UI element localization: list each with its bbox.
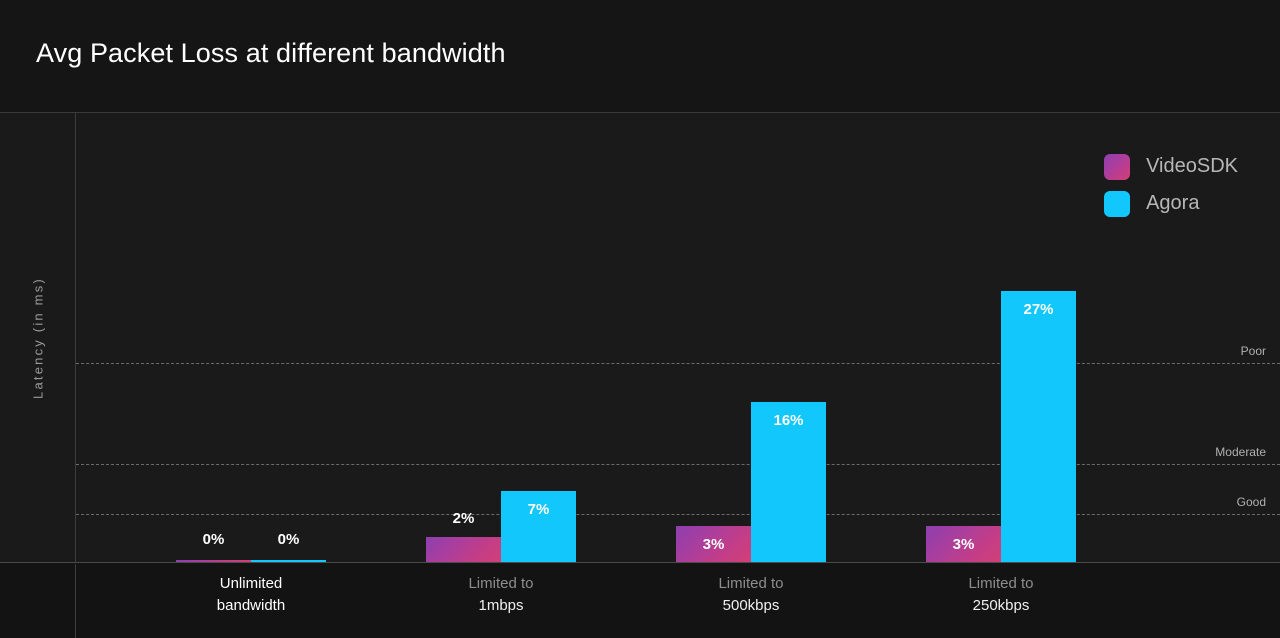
legend-swatch-icon-videosdk <box>1104 153 1131 180</box>
category-line1: Limited to <box>968 575 1034 592</box>
page-title: Avg Packet Loss at different bandwidth <box>36 38 506 68</box>
chart-body: Latency (in ms) Poor Moderate Good 0% 0%… <box>0 113 1280 563</box>
bar-value-videosdk-unlimited: 0% <box>202 531 225 548</box>
footer-gutter <box>0 564 76 638</box>
bar-agora-250kbps[interactable]: 27% <box>1001 291 1076 563</box>
bar-videosdk-1mbps[interactable]: 2% <box>426 510 501 563</box>
chart-header: Avg Packet Loss at different bandwidth <box>0 0 1280 113</box>
bar-pair: 3% 16% <box>676 113 826 563</box>
category-label-unlimited-bandwidth[interactable]: Unlimited bandwidth <box>176 573 326 617</box>
bar-group-limited-1mbps: 2% 7% <box>426 113 576 563</box>
bar-videosdk-500kbps[interactable]: 3% <box>676 526 751 563</box>
category-label-limited-1mbps[interactable]: Limited to 1mbps <box>426 573 576 617</box>
bar-pair: 2% 7% <box>426 113 576 563</box>
bar-value-agora-500kbps: 16% <box>773 412 804 429</box>
plot-area: Poor Moderate Good 0% 0% 2% 7% 3% 16% 3%… <box>76 113 1280 563</box>
bar-group-limited-250kbps: 3% 27% <box>926 113 1076 563</box>
bar-value-videosdk-1mbps: 2% <box>452 510 475 527</box>
bar-groups: 0% 0% 2% 7% 3% 16% 3% 27% <box>76 113 1280 563</box>
category-label-limited-250kbps[interactable]: Limited to 250kbps <box>926 573 1076 617</box>
category-line1: Unlimited <box>219 575 283 592</box>
bar-agora-500kbps[interactable]: 16% <box>751 402 826 563</box>
legend-label-videosdk: VideoSDK <box>1146 155 1238 177</box>
category-line1: Limited to <box>718 575 784 592</box>
chart-legend: VideoSDK Agora <box>1104 148 1238 222</box>
bar-pair: 3% 27% <box>926 113 1076 563</box>
bar-group-unlimited-bandwidth: 0% 0% <box>176 113 326 563</box>
x-axis-baseline <box>0 562 1280 563</box>
category-line2: 1mbps <box>478 597 524 614</box>
category-line2: bandwidth <box>216 597 286 614</box>
bar-videosdk-250kbps[interactable]: 3% <box>926 526 1001 563</box>
y-axis-gutter: Latency (in ms) <box>0 113 76 563</box>
bar-value-agora-unlimited: 0% <box>277 531 300 548</box>
category-label-limited-500kbps[interactable]: Limited to 500kbps <box>676 573 826 617</box>
chart-page: Avg Packet Loss at different bandwidth L… <box>0 0 1280 638</box>
legend-swatch-icon-agora <box>1104 190 1131 217</box>
category-line2: 250kbps <box>972 597 1030 614</box>
bar-agora-1mbps[interactable]: 7% <box>501 491 576 563</box>
legend-item-agora[interactable]: Agora <box>1104 185 1238 222</box>
legend-item-videosdk[interactable]: VideoSDK <box>1104 148 1238 185</box>
category-labels: Unlimited bandwidth Limited to 1mbps Lim… <box>76 564 1280 638</box>
bar-value-agora-250kbps: 27% <box>1023 301 1054 318</box>
bar-value-videosdk-500kbps: 3% <box>702 536 725 553</box>
bar-value-agora-1mbps: 7% <box>527 501 550 518</box>
category-line1: Limited to <box>468 575 534 592</box>
y-axis-label: Latency (in ms) <box>30 277 45 399</box>
legend-label-agora: Agora <box>1146 192 1200 214</box>
bar-value-videosdk-250kbps: 3% <box>952 536 975 553</box>
bar-pair: 0% 0% <box>176 113 326 563</box>
bar-group-limited-500kbps: 3% 16% <box>676 113 826 563</box>
category-axis: Unlimited bandwidth Limited to 1mbps Lim… <box>0 564 1280 638</box>
category-line2: 500kbps <box>722 597 780 614</box>
